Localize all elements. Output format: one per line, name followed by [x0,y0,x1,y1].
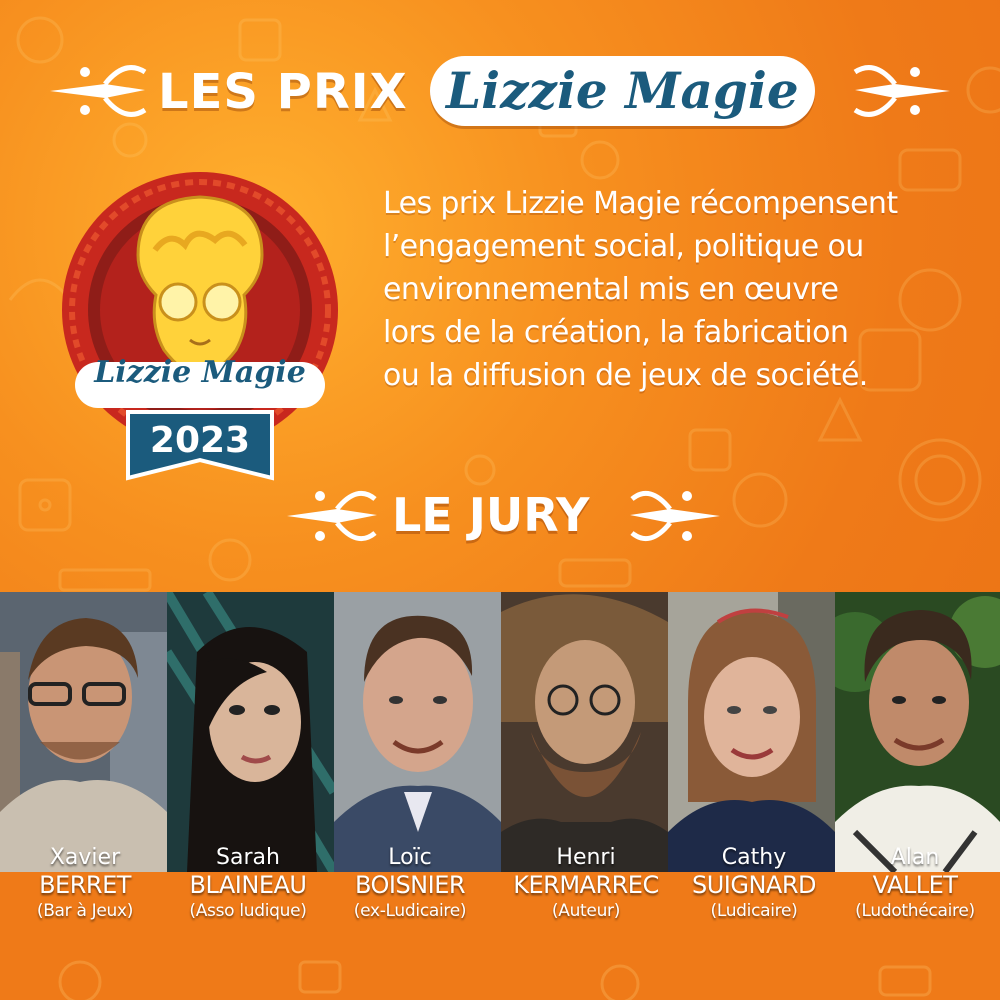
jury-member: Henri KERMARREC (Auteur) [501,845,671,923]
photo-xavier-berret [0,592,167,872]
jury-member: Cathy SUIGNARD (Ludicaire) [669,845,839,923]
member-role: (Bar à Jeux) [36,901,134,921]
jury-photos [0,592,1000,872]
photo-cathy-suignard [668,592,835,872]
member-last-name: SUIGNARD [691,871,817,899]
description-line: environnemental mis en œuvre [383,272,839,307]
description-line: lors de la création, la fabrication [383,315,849,350]
lizzie-magie-badge: Lizzie Magie 2023 [62,172,338,481]
member-role: (Ludicaire) [710,901,798,921]
member-last-name: BERRET [39,871,131,899]
jury-member: Xavier BERRET (Bar à Jeux) [0,845,170,923]
member-first-name: Henri [556,845,616,870]
jury-swirl-left-icon [287,490,377,542]
description-line: Les prix Lizzie Magie récompensent [383,186,898,221]
description: Les prix Lizzie Magie récompensent l’eng… [383,182,953,397]
jury-member: Loïc BOISNIER (ex-Ludicaire) [325,845,495,923]
member-last-name: KERMARREC [513,871,659,899]
jury-member: Sarah BLAINEAU (Asso ludique) [163,845,333,923]
badge-year: 2023 [150,420,250,461]
member-first-name: Alan [890,845,940,870]
member-first-name: Cathy [721,845,787,870]
member-first-name: Loïc [388,845,432,870]
header: LES PRIX Lizzie Magie [0,42,1000,137]
title-script-logo: Lizzie Magie [430,56,815,126]
member-last-name: VALLET [872,871,958,899]
jury-title: LE JURY [392,488,590,542]
description-line: ou la diffusion de jeux de société. [383,358,868,393]
swirl-right-ornament-icon [853,65,950,117]
member-last-name: BOISNIER [354,871,466,899]
member-role: (Auteur) [551,901,621,921]
title-prefix: LES PRIX [158,64,408,120]
jury-members: Xavier BERRET (Bar à Jeux) Sarah BLAINEA… [0,845,1000,965]
photo-loic-boisnier [334,592,501,872]
member-first-name: Xavier [49,845,121,870]
description-line: l’engagement social, politique ou [383,229,864,264]
member-role: (Asso ludique) [189,901,307,921]
member-last-name: BLAINEAU [189,871,307,899]
swirl-left-ornament-icon [50,65,147,117]
jury-swirl-right-icon [630,490,720,542]
poster: LES PRIX Lizzie Magie Lizzie Magie 2023 … [0,0,1000,1000]
jury-member: Alan VALLET (Ludothécaire) [830,845,1000,923]
member-role: (Ludothécaire) [855,901,975,921]
photo-sarah-blaineau [167,592,334,872]
photo-henri-kermarrec [501,592,668,872]
member-first-name: Sarah [216,845,280,870]
photo-alan-vallet [835,592,1000,872]
member-role: (ex-Ludicaire) [353,901,467,921]
badge-name: Lizzie Magie [93,355,306,390]
